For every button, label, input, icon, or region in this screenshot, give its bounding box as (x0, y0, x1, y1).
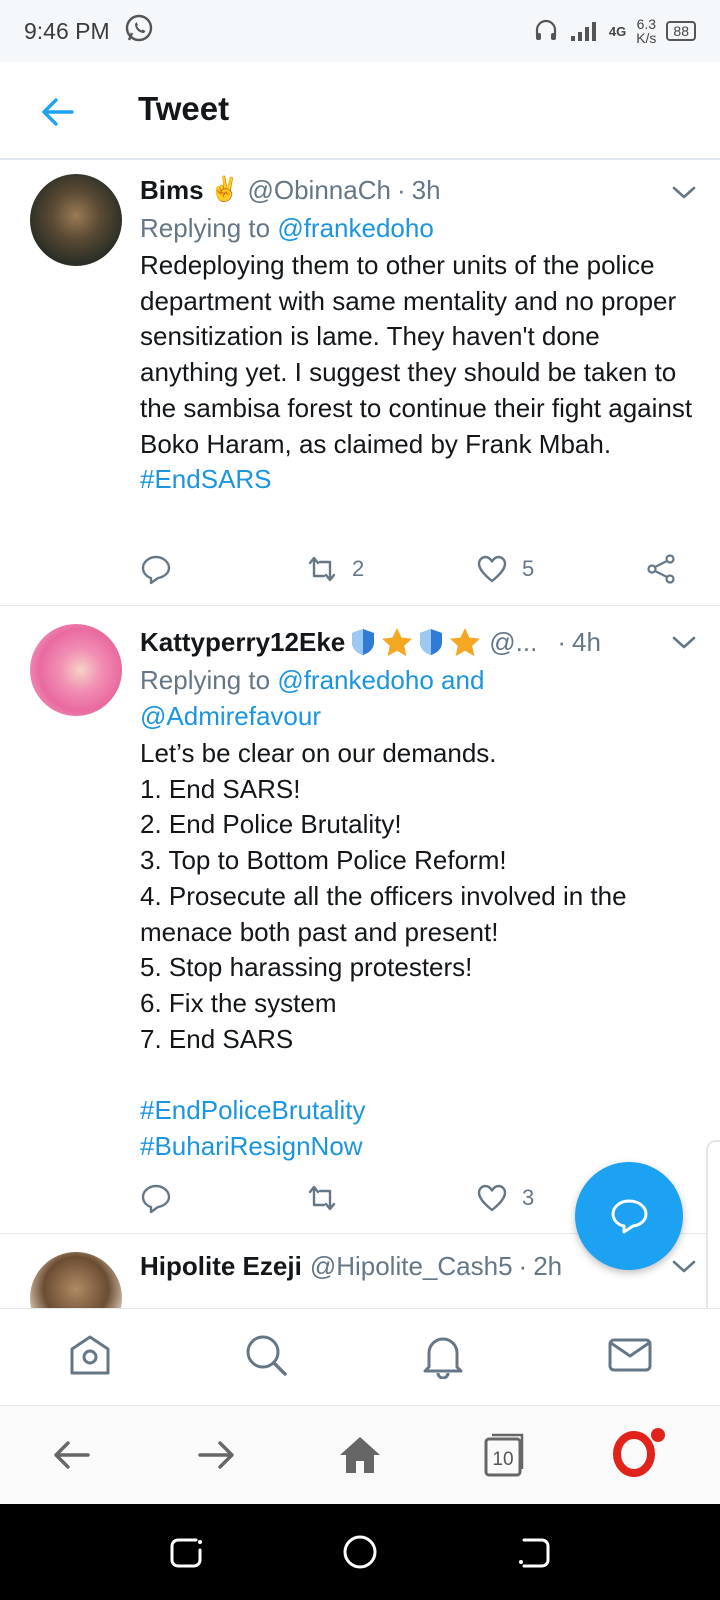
avatar[interactable] (30, 1252, 122, 1308)
hashtag[interactable]: #EndSARS (140, 462, 700, 498)
star-icon (382, 628, 413, 657)
author-handle[interactable]: @ObinnaCh (247, 172, 390, 208)
star-icon (450, 628, 481, 657)
separator-dot: · (396, 175, 406, 205)
bottom-tab-bar (0, 1308, 720, 1406)
status-time: 9:46 PM (24, 17, 110, 44)
opera-logo-icon (613, 1428, 665, 1477)
tweet-age: 3h (411, 175, 441, 205)
replying-to-prefix: Replying to (140, 665, 278, 695)
avatar[interactable] (30, 174, 122, 266)
replying-to: Replying to @frankedoho (140, 210, 700, 246)
reply-button[interactable] (140, 549, 172, 589)
browser-back-icon[interactable] (48, 1431, 96, 1479)
heart-icon (477, 555, 507, 583)
tabs-button[interactable]: 10 (480, 1431, 528, 1479)
retweet-icon (308, 556, 336, 582)
tweet-text: Let’s be clear on our demands. 1. End SA… (140, 738, 627, 1054)
browser-forward-icon[interactable] (192, 1431, 240, 1479)
status-bar: 9:46 PM 4G 6.3 K/s 88 (0, 0, 720, 62)
chevron-down-icon[interactable] (670, 1256, 698, 1276)
hashtag[interactable]: #EndPoliceBrutality (140, 1093, 700, 1129)
hashtag[interactable]: #BuhariResignNow (140, 1129, 700, 1165)
whatsapp-icon (124, 13, 154, 49)
browser-home-icon[interactable] (336, 1431, 384, 1479)
author-name[interactable]: Hipolite Ezeji (140, 1248, 302, 1284)
retweet-button[interactable] (306, 1178, 352, 1218)
chevron-down-icon[interactable] (670, 182, 698, 202)
like-button[interactable]: 3 (476, 1178, 534, 1218)
author-handle[interactable]: @... (489, 624, 537, 660)
tweet-item[interactable]: Bims ✌️ @ObinnaCh · 3h Replying to @fran… (0, 160, 720, 606)
heart-icon (477, 1184, 507, 1212)
shield-icon (352, 629, 375, 655)
opera-menu-button[interactable] (613, 1428, 665, 1479)
reply-button[interactable] (140, 1178, 172, 1218)
recent-apps-icon[interactable] (166, 1532, 206, 1572)
headphones-icon (533, 17, 559, 46)
network-type: 4G (608, 23, 627, 39)
chevron-down-icon[interactable] (670, 632, 698, 652)
back-nav-icon[interactable] (514, 1532, 554, 1572)
separator-dot: · (518, 1251, 528, 1281)
mail-icon[interactable] (606, 1331, 654, 1379)
system-nav-bar (0, 1504, 720, 1600)
status-icons: 4G 6.3 K/s 88 (533, 17, 696, 46)
tab-count: 10 (492, 1449, 514, 1470)
retweet-button[interactable]: 2 (306, 549, 364, 589)
compose-reply-button[interactable] (575, 1162, 683, 1270)
tweet-age: 4h (571, 627, 601, 657)
shield-icon (420, 629, 443, 655)
tweet-header: Kattyperry12Eke @... · 4h (140, 624, 700, 660)
speed-value: 6.3 (636, 16, 657, 32)
bell-icon[interactable] (419, 1331, 467, 1379)
tweet-age: 2h (533, 1251, 563, 1281)
back-arrow-icon[interactable] (40, 94, 76, 130)
reply-icon (141, 1184, 171, 1214)
replying-to: Replying to @frankedoho and @Admirefavou… (140, 662, 540, 734)
victory-emoji: ✌️ (209, 176, 240, 203)
home-icon[interactable] (66, 1331, 114, 1379)
reply-mention[interactable]: @frankedoho (277, 213, 434, 243)
top-header: Tweet (0, 62, 720, 160)
page-title: Tweet (138, 90, 230, 127)
retweet-icon (308, 1185, 336, 1211)
retweet-count: 2 (352, 556, 365, 581)
speed-unit: K/s (636, 30, 657, 46)
tweet-text: Redeploying them to other units of the p… (140, 250, 700, 459)
replying-to-prefix: Replying to (140, 213, 278, 243)
share-button[interactable] (645, 549, 677, 589)
separator-dot: · (557, 627, 566, 657)
author-name[interactable]: Kattyperry12Eke (140, 624, 345, 660)
tweet-header: Bims ✌️ @ObinnaCh · 3h (140, 172, 700, 208)
like-count: 3 (522, 1185, 535, 1210)
share-icon (647, 554, 675, 584)
network-speed: 6.3 K/s (636, 17, 656, 45)
author-name[interactable]: Bims (140, 172, 204, 208)
author-handle[interactable]: @Hipolite_Cash5 (310, 1248, 513, 1284)
like-count: 5 (522, 556, 535, 581)
tweet-feed[interactable]: Bims ✌️ @ObinnaCh · 3h Replying to @fran… (0, 160, 720, 1308)
chat-bubble-icon (611, 1199, 648, 1234)
battery-icon: 88 (666, 21, 696, 41)
browser-toolbar: 10 (0, 1406, 720, 1504)
reply-icon (141, 555, 171, 585)
avatar[interactable] (30, 624, 122, 716)
tweet-actions: 2 5 (140, 549, 690, 589)
home-circle-icon[interactable] (340, 1532, 380, 1572)
badges (349, 627, 481, 657)
signal-icon (569, 18, 599, 45)
like-button[interactable]: 5 (476, 549, 534, 589)
tweet-item[interactable]: Kattyperry12Eke @... · 4h Replying to @f… (0, 606, 720, 1234)
search-icon[interactable] (242, 1331, 290, 1379)
